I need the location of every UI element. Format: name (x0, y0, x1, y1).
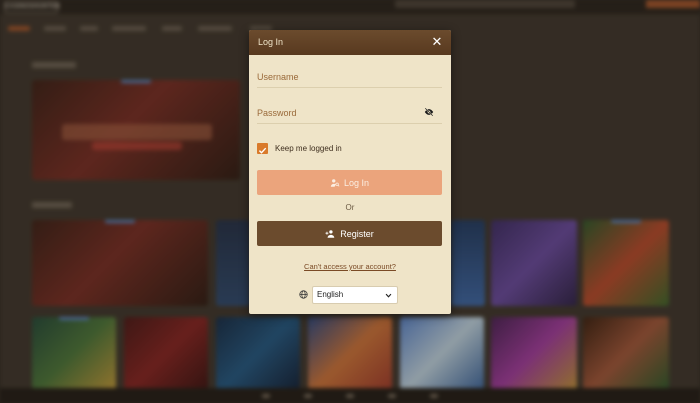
login-button[interactable]: Log In (257, 170, 442, 195)
globe-icon (299, 290, 308, 299)
register-button[interactable]: Register (257, 221, 442, 246)
username-field[interactable] (257, 66, 442, 88)
user-key-icon (330, 178, 340, 187)
language-select[interactable]: English (312, 286, 398, 304)
eye-off-icon[interactable] (424, 107, 434, 117)
language-selected: English (317, 290, 344, 299)
forgot-account-link[interactable]: Can't access your account? (249, 262, 451, 271)
modal-title: Log In (258, 37, 284, 47)
password-input[interactable] (257, 102, 442, 123)
modal-header: Log In ✕ (249, 30, 451, 55)
remember-label: Keep me logged in (275, 144, 342, 153)
username-input[interactable] (257, 66, 442, 87)
login-modal: Log In ✕ Keep me logged in Log In O (249, 30, 451, 314)
checkmark-icon (258, 147, 267, 154)
chevron-down-icon (385, 293, 392, 298)
user-plus-icon (325, 229, 335, 238)
close-icon[interactable]: ✕ (429, 34, 445, 50)
register-button-label: Register (340, 228, 374, 239)
remember-checkbox[interactable] (257, 143, 268, 154)
or-divider: Or (345, 203, 355, 212)
password-field[interactable] (257, 102, 442, 124)
login-button-label: Log In (343, 177, 370, 188)
